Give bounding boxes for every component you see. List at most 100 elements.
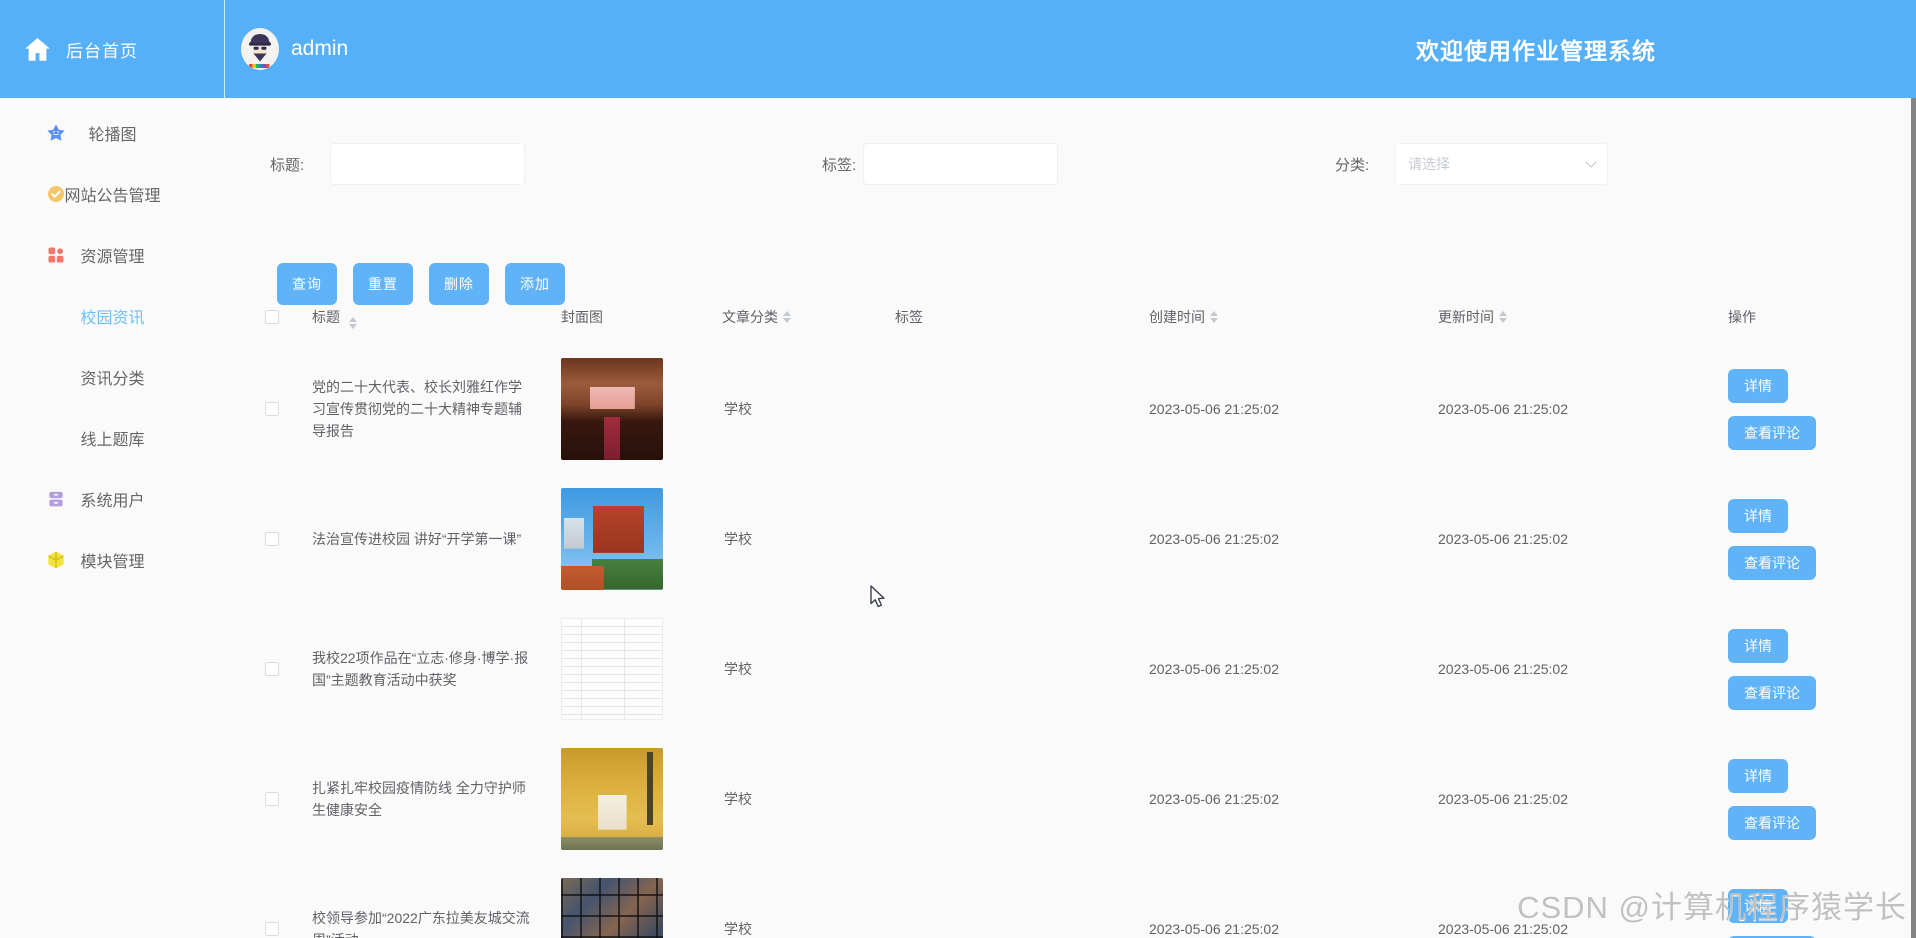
- row-created-time: 2023-05-06 21:25:02: [1149, 401, 1279, 417]
- sidebar-item-site-announcements[interactable]: 网站公告管理: [0, 174, 225, 214]
- sidebar-item-label: 资源管理: [80, 249, 145, 266]
- star-icon: [46, 123, 66, 143]
- row-category: 学校: [724, 791, 752, 807]
- column-header-label: 更新时间: [1438, 309, 1494, 325]
- row-category: 学校: [724, 531, 752, 547]
- column-header-actions: 操作: [1722, 307, 1860, 327]
- sidebar-item-label: 校园资讯: [80, 310, 145, 327]
- row-created-time: 2023-05-06 21:25:02: [1149, 531, 1279, 547]
- user-box[interactable]: admin: [225, 28, 348, 70]
- row-updated-time: 2023-05-06 21:25:02: [1438, 661, 1568, 677]
- cover-image: [561, 618, 663, 720]
- home-label: 后台首页: [66, 41, 138, 61]
- home-nav[interactable]: 后台首页: [0, 0, 225, 98]
- title-filter-label: 标题:: [270, 157, 305, 174]
- sidebar: 轮播图 网站公告管理 资源管理 校园资讯 资讯分类 线上题库 系统用户 模块管理: [0, 98, 225, 938]
- chevron-down-icon: [1585, 156, 1597, 168]
- cover-image: [561, 748, 663, 850]
- row-category: 学校: [724, 921, 752, 937]
- view-comments-button[interactable]: 查看评论: [1728, 675, 1816, 710]
- row-checkbox[interactable]: [265, 402, 279, 416]
- column-header-created[interactable]: 创建时间: [1149, 307, 1438, 327]
- sort-caret-icon[interactable]: [1210, 311, 1218, 323]
- column-header-label: 标签: [895, 309, 923, 325]
- sidebar-item-campus-news[interactable]: 校园资讯: [0, 296, 225, 336]
- detail-button[interactable]: 详情: [1728, 498, 1788, 533]
- column-header-cover: 封面图: [551, 307, 722, 327]
- detail-button[interactable]: 详情: [1728, 758, 1788, 793]
- view-comments-button[interactable]: 查看评论: [1728, 415, 1816, 450]
- row-category: 学校: [724, 661, 752, 677]
- cover-image: [561, 358, 663, 460]
- sidebar-item-carousel[interactable]: 轮播图: [0, 113, 225, 153]
- detail-button[interactable]: 详情: [1728, 368, 1788, 403]
- column-header-label: 标题: [312, 308, 340, 325]
- category-select[interactable]: 请选择: [1395, 143, 1608, 185]
- row-created-time: 2023-05-06 21:25:02: [1149, 791, 1279, 807]
- column-header-tags: 标签: [895, 307, 1149, 327]
- archive-icon: [46, 489, 66, 509]
- sidebar-item-label: 资讯分类: [80, 371, 145, 388]
- row-title: 法治宣传进校园 讲好“开学第一课”: [312, 531, 522, 547]
- sort-caret-icon[interactable]: [783, 311, 791, 323]
- tag-filter-label: 标签:: [822, 157, 857, 174]
- sidebar-item-label: 线上题库: [80, 432, 145, 449]
- category-select-placeholder: 请选择: [1408, 156, 1450, 172]
- sidebar-item-online-question-bank[interactable]: 线上题库: [0, 418, 225, 458]
- row-title: 扎紧扎牢校园疫情防线 全力守护师生健康安全: [312, 780, 526, 818]
- column-header-title[interactable]: 标题: [302, 306, 551, 329]
- row-checkbox[interactable]: [265, 792, 279, 806]
- data-table: 标题 封面图 文章分类 标签 创建时间 更新时间 操作 党的二十大代表、校长刘雅…: [255, 290, 1860, 938]
- sidebar-item-module-management[interactable]: 模块管理: [0, 540, 225, 580]
- tag-filter-input[interactable]: [863, 143, 1058, 185]
- table-body: 党的二十大代表、校长刘雅红作学习宣传贯彻党的二十大精神专题辅导报告 学校 202…: [255, 344, 1860, 938]
- view-comments-button[interactable]: 查看评论: [1728, 545, 1816, 580]
- avatar: [241, 28, 279, 70]
- row-created-time: 2023-05-06 21:25:02: [1149, 921, 1279, 937]
- sidebar-item-label: 模块管理: [80, 554, 145, 571]
- table-row: 党的二十大代表、校长刘雅红作学习宣传贯彻党的二十大精神专题辅导报告 学校 202…: [255, 344, 1860, 474]
- row-category: 学校: [724, 401, 752, 417]
- badge-icon: [46, 184, 66, 204]
- sidebar-item-label: 轮播图: [88, 127, 137, 144]
- page-watermark: CSDN @计算机程序猿学长: [1517, 890, 1907, 925]
- cover-image: [561, 488, 663, 590]
- title-filter-input[interactable]: [330, 143, 525, 185]
- username: admin: [291, 37, 349, 60]
- column-header-updated[interactable]: 更新时间: [1438, 307, 1722, 327]
- row-title: 党的二十大代表、校长刘雅红作学习宣传贯彻党的二十大精神专题辅导报告: [312, 379, 522, 439]
- category-filter-label: 分类:: [1335, 157, 1370, 174]
- row-updated-time: 2023-05-06 21:25:02: [1438, 531, 1568, 547]
- column-header-category[interactable]: 文章分类: [722, 307, 895, 327]
- sidebar-item-news-categories[interactable]: 资讯分类: [0, 357, 225, 397]
- row-updated-time: 2023-05-06 21:25:02: [1438, 791, 1568, 807]
- sidebar-item-system-users[interactable]: 系统用户: [0, 479, 225, 519]
- app-root: { "header": { "home": "后台首页", "username"…: [0, 0, 1916, 938]
- view-comments-button[interactable]: 查看评论: [1728, 805, 1816, 840]
- table-row: 扎紧扎牢校园疫情防线 全力守护师生健康安全 学校 2023-05-06 21:2…: [255, 734, 1860, 864]
- cover-image: [561, 878, 663, 938]
- table-row: 我校22项作品在“立志·修身·博学·报国”主题教育活动中获奖 学校 2023-0…: [255, 604, 1860, 734]
- select-all-checkbox[interactable]: [265, 310, 279, 324]
- cube-icon: [46, 550, 66, 570]
- sort-caret-icon[interactable]: [348, 316, 357, 329]
- column-header-label: 操作: [1728, 309, 1756, 325]
- sidebar-item-label: 网站公告管理: [64, 188, 161, 205]
- welcome-title: 欢迎使用作业管理系统: [1416, 38, 1656, 64]
- top-header: 后台首页 admin 欢迎使用作业管理系统: [0, 0, 1916, 98]
- detail-button[interactable]: 详情: [1728, 628, 1788, 663]
- vertical-scrollbar[interactable]: [1911, 98, 1916, 938]
- row-checkbox[interactable]: [265, 532, 279, 546]
- sidebar-item-resources[interactable]: 资源管理: [0, 235, 225, 275]
- table-row: 法治宣传进校园 讲好“开学第一课” 学校 2023-05-06 21:25:02…: [255, 474, 1860, 604]
- row-updated-time: 2023-05-06 21:25:02: [1438, 401, 1568, 417]
- column-header-label: 封面图: [561, 309, 603, 325]
- row-checkbox[interactable]: [265, 922, 279, 936]
- sidebar-menu: 轮播图 网站公告管理 资源管理 校园资讯 资讯分类 线上题库 系统用户 模块管理: [0, 113, 225, 580]
- row-title: 校领导参加“2022广东拉美友城交流周”活动: [312, 910, 530, 938]
- home-icon: [24, 37, 51, 62]
- table-header-row: 标题 封面图 文章分类 标签 创建时间 更新时间 操作: [255, 290, 1860, 344]
- row-checkbox[interactable]: [265, 662, 279, 676]
- sort-caret-icon[interactable]: [1499, 311, 1507, 323]
- column-header-label: 创建时间: [1149, 309, 1205, 325]
